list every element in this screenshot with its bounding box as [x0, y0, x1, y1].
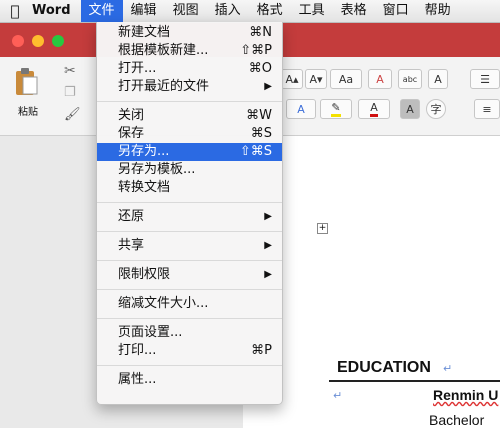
menu-separator [97, 231, 282, 232]
menu-item-label: 另存为... [118, 144, 170, 159]
highlight-button[interactable]: ✎ [320, 99, 352, 119]
app-menu[interactable]: Word [30, 0, 81, 22]
file-menu-item[interactable]: 还原 ▶ [97, 208, 282, 226]
format-painter-icon[interactable]: 🖌 [64, 107, 81, 122]
menu-item-label: 还原 [118, 209, 145, 224]
menu-item-shortcut: ⌘S [250, 126, 272, 141]
menu-table[interactable]: 表格 [333, 0, 375, 22]
menu-separator [97, 289, 282, 290]
paste-button[interactable]: 粘贴 [10, 65, 46, 119]
menu-view[interactable]: 视图 [165, 0, 207, 22]
text-effects-button[interactable]: A [286, 99, 316, 119]
menu-item-label: 打印... [118, 343, 157, 358]
file-menu-item[interactable]: 转换文档 [97, 179, 282, 197]
font-size-down-button[interactable]: A▾ [305, 69, 327, 89]
menu-help[interactable]: 帮助 [417, 0, 459, 22]
menu-bar:  Word 文件 编辑 视图 插入 格式 工具 表格 窗口 帮助 [0, 0, 500, 23]
menu-item-label: 打开最近的文件 [118, 79, 210, 94]
clear-format-icon: A [376, 72, 384, 86]
menu-separator [97, 260, 282, 261]
paragraph-mark: ↵ [333, 389, 343, 402]
file-menu-item[interactable]: 打开最近的文件 ▶ [97, 78, 282, 96]
submenu-arrow-icon: ▶ [264, 81, 272, 92]
menu-item-label: 保存 [118, 126, 145, 141]
menu-item-label: 另存为模板... [118, 162, 196, 177]
file-menu-item[interactable]: 属性... [97, 371, 282, 389]
font-color-icon: A [370, 101, 378, 117]
file-menu-item[interactable]: 页面设置... [97, 324, 282, 342]
submenu-arrow-icon: ▶ [264, 211, 272, 222]
bullets-icon: ☰ [480, 72, 490, 86]
file-menu-item[interactable]: 新建文档 ⌘N [97, 24, 282, 42]
menu-item-shortcut: ⇧⌘P [240, 43, 272, 58]
clipboard-icon [16, 68, 38, 95]
clear-format-button[interactable]: A [368, 69, 392, 89]
file-menu-item[interactable]: 保存 ⌘S [97, 125, 282, 143]
apple-menu-icon[interactable]:  [0, 2, 30, 20]
paste-label: 粘贴 [18, 107, 38, 118]
menu-item-label: 转换文档 [118, 180, 171, 195]
menu-separator [97, 101, 282, 102]
phonetic-guide-button[interactable]: abc [398, 69, 422, 89]
file-menu-item[interactable]: 打开... ⌘O [97, 60, 282, 78]
menu-item-label: 缩减文件大小... [118, 296, 209, 311]
menu-item-label: 限制权限 [118, 267, 171, 282]
table-move-handle-icon[interactable]: + [317, 223, 328, 234]
align-left-button[interactable]: ≡ [474, 99, 500, 119]
resume-heading: EDUCATION [337, 359, 431, 376]
menu-file[interactable]: 文件 [80, 0, 123, 22]
menu-item-shortcut: ⇧⌘S [239, 144, 272, 159]
file-menu-item[interactable]: 缩减文件大小... [97, 295, 282, 313]
menu-item-shortcut: ⌘N [249, 25, 272, 40]
menu-item-label: 共享 [118, 238, 145, 253]
menu-item-label: 新建文档 [118, 25, 171, 40]
align-left-icon: ≡ [482, 102, 492, 116]
char-shading-button[interactable]: A [400, 99, 420, 119]
minimize-window-button[interactable] [32, 35, 44, 47]
bullets-button[interactable]: ☰ [470, 69, 500, 89]
menu-item-label: 打开... [118, 61, 157, 76]
change-case-button[interactable]: Aa [330, 69, 362, 89]
menu-format[interactable]: 格式 [249, 0, 291, 22]
menu-item-label: 属性... [118, 372, 157, 387]
menu-item-label: 关闭 [118, 108, 145, 123]
menu-item-shortcut: ⌘P [251, 343, 272, 358]
menu-item-shortcut: ⌘W [246, 108, 272, 123]
submenu-arrow-icon: ▶ [264, 269, 272, 280]
highlighter-icon: ✎ [331, 101, 341, 117]
text-effects-icon: A [297, 102, 305, 116]
file-menu: 新建文档 ⌘N 根据模板新建... ⇧⌘P 打开... ⌘O 打开最近的文件 ▶ 关闭 ⌘W 保存 ⌘… [96, 22, 283, 405]
copy-icon[interactable]: ❐ [64, 85, 76, 100]
zoom-window-button[interactable] [52, 35, 64, 47]
menu-separator [97, 365, 282, 366]
font-size-up-button[interactable]: A▴ [281, 69, 303, 89]
menu-edit[interactable]: 编辑 [123, 0, 165, 22]
paragraph-mark: ↵ [443, 362, 453, 375]
menu-separator [97, 318, 282, 319]
submenu-arrow-icon: ▶ [264, 240, 272, 251]
enclose-char-button[interactable]: 字 [426, 99, 446, 119]
menu-separator [97, 202, 282, 203]
char-border-button[interactable]: A [428, 69, 448, 89]
menu-window[interactable]: 窗口 [375, 0, 417, 22]
menu-item-label: 根据模板新建... [118, 43, 209, 58]
file-menu-item[interactable]: 另存为模板... [97, 161, 282, 179]
menu-tools[interactable]: 工具 [291, 0, 333, 22]
file-menu-item[interactable]: 打印... ⌘P [97, 342, 282, 360]
cut-icon[interactable]: ✂ [64, 63, 76, 79]
file-menu-item[interactable]: 限制权限 ▶ [97, 266, 282, 284]
file-menu-item[interactable]: 关闭 ⌘W [97, 107, 282, 125]
file-menu-item[interactable]: 另存为... ⇧⌘S [97, 143, 282, 161]
close-window-button[interactable] [12, 35, 24, 47]
menu-insert[interactable]: 插入 [207, 0, 249, 22]
menu-item-shortcut: ⌘O [248, 61, 272, 76]
menu-item-label: 页面设置... [118, 325, 183, 340]
university-name: Renmin U [433, 387, 499, 403]
degree-text: Bachelor [429, 412, 485, 428]
file-menu-item[interactable]: 根据模板新建... ⇧⌘P [97, 42, 282, 60]
heading-rule [329, 380, 500, 382]
file-menu-item[interactable]: 共享 ▶ [97, 237, 282, 255]
font-color-button[interactable]: A [358, 99, 390, 119]
